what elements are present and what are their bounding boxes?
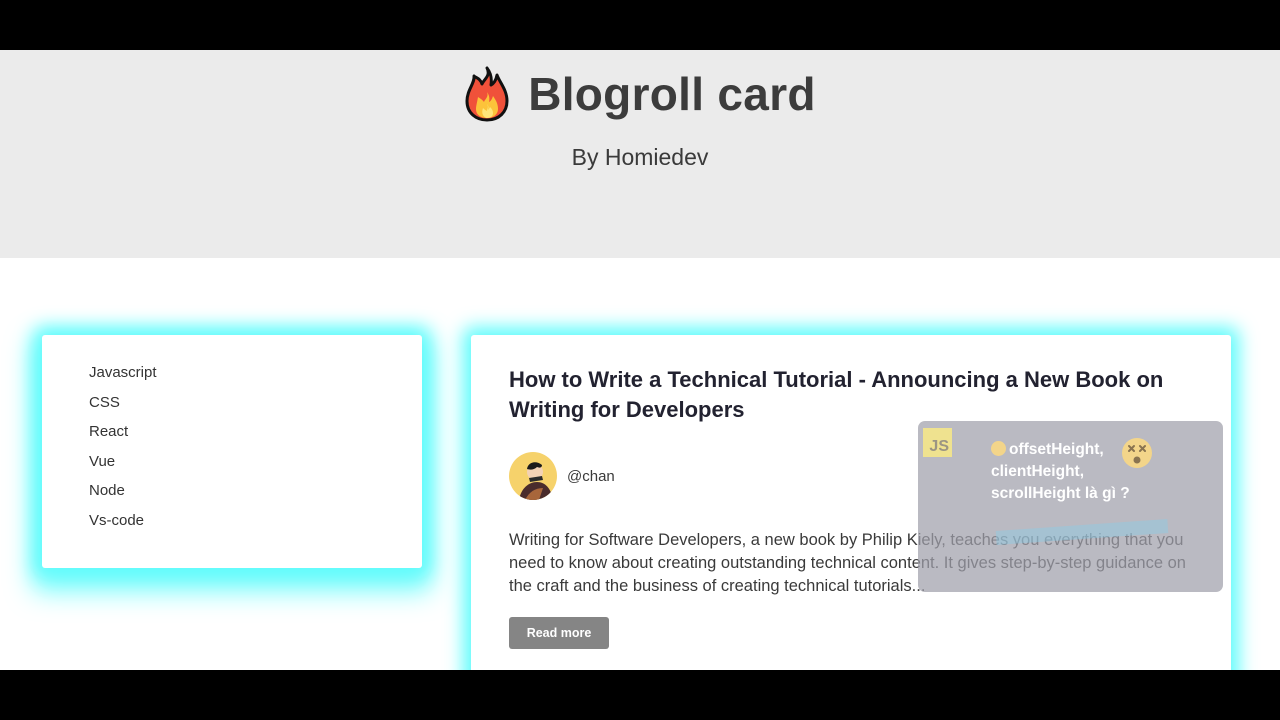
byline: By Homiedev (571, 144, 709, 170)
overlay-line: scrollHeight là gì ? (991, 485, 1130, 502)
dizzy-face-icon (1122, 438, 1152, 468)
page-header: Blogroll card By Homiedev (0, 50, 1280, 258)
author-row[interactable]: @chan (509, 452, 615, 500)
post-title[interactable]: How to Write a Technical Tutorial - Anno… (509, 365, 1209, 425)
avatar[interactable] (509, 452, 557, 500)
author-handle[interactable]: @chan (567, 468, 615, 485)
read-more-button[interactable]: Read more (509, 617, 609, 649)
topic-item-react[interactable]: React (89, 422, 157, 452)
js-badge: JS (923, 428, 952, 457)
page-frame: Blogroll card By Homiedev Javascript CSS… (0, 50, 1280, 670)
topic-item-css[interactable]: CSS (89, 393, 157, 423)
topics-sidebar: Javascript CSS React Vue Node Vs-code (42, 335, 422, 568)
overlay-line: offsetHeight, (991, 439, 1191, 461)
topic-list: Javascript CSS React Vue Node Vs-code (89, 363, 157, 541)
topic-item-vue[interactable]: Vue (89, 452, 157, 482)
page-title: Blogroll card (528, 68, 816, 120)
topic-item-javascript[interactable]: Javascript (89, 363, 157, 393)
fire-icon (465, 66, 509, 122)
thumbnail-overlay[interactable]: JS offsetHeight, clientHeight, scrollHei… (918, 421, 1223, 592)
overlay-text: offsetHeight, clientHeight, scrollHeight… (991, 439, 1191, 505)
thinking-emoji-icon (991, 441, 1006, 456)
title-row: Blogroll card (0, 64, 1280, 124)
topic-item-node[interactable]: Node (89, 481, 157, 511)
topic-item-vs-code[interactable]: Vs-code (89, 511, 157, 541)
overlay-line: clientHeight, (991, 463, 1085, 480)
highlight-strip (995, 519, 1169, 545)
